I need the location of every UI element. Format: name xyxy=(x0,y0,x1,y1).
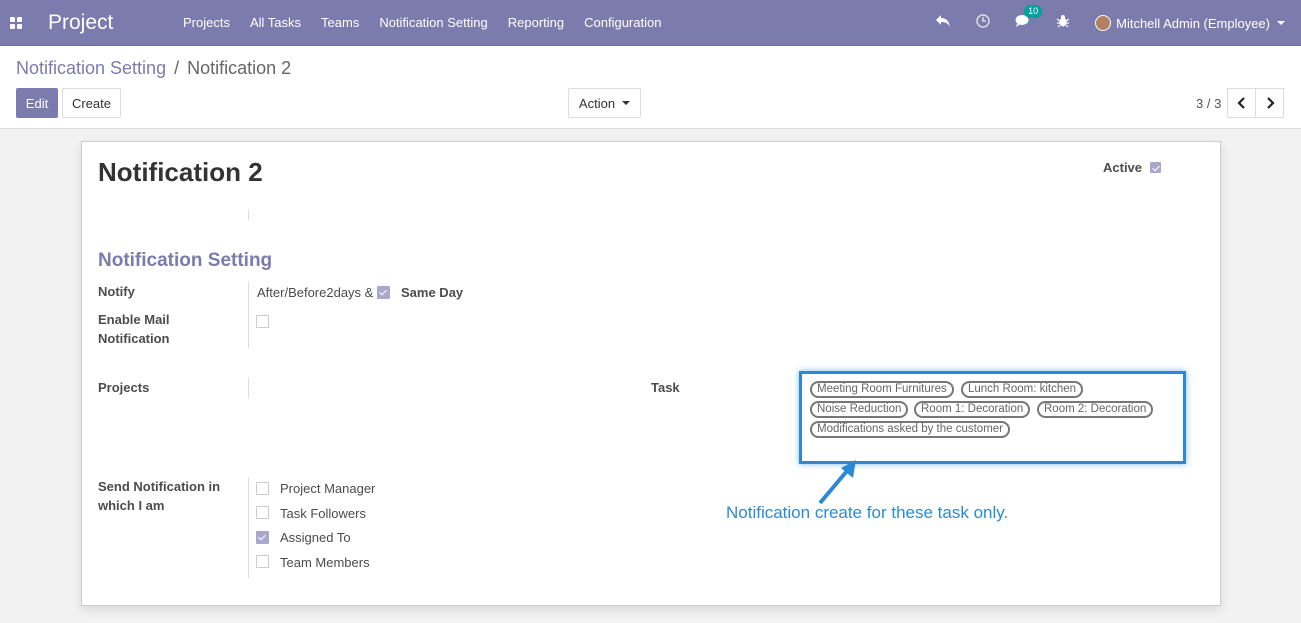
field-divider xyxy=(248,210,249,220)
user-name: Mitchell Admin (Employee) xyxy=(1116,15,1270,31)
clock-icon[interactable] xyxy=(963,14,1003,32)
top-navbar: Project Projects All Tasks Teams Notific… xyxy=(0,0,1301,46)
field-divider xyxy=(248,378,249,398)
team-members-label: Team Members xyxy=(280,555,370,570)
annotation-arrow-icon xyxy=(818,460,856,505)
task-followers-checkbox[interactable] xyxy=(256,506,269,519)
field-divider xyxy=(248,477,249,578)
assigned-to-label: Assigned To xyxy=(280,530,351,545)
task-tag[interactable]: Room 2: Decoration xyxy=(1037,401,1154,418)
reply-icon[interactable] xyxy=(923,14,963,32)
pager-next-button[interactable] xyxy=(1255,88,1284,118)
pager-value[interactable]: 3 / 3 xyxy=(1196,96,1221,111)
action-dropdown-button[interactable]: Action xyxy=(568,88,641,118)
project-manager-checkbox[interactable] xyxy=(256,482,269,495)
menu-item-notification-setting[interactable]: Notification Setting xyxy=(369,0,497,46)
project-manager-label: Project Manager xyxy=(280,481,376,496)
enable-mail-checkbox[interactable] xyxy=(256,315,269,328)
projects-label: Projects xyxy=(98,380,150,395)
breadcrumb: Notification Setting / Notification 2 xyxy=(16,58,291,79)
task-followers-label: Task Followers xyxy=(280,506,366,521)
pager-previous-button[interactable] xyxy=(1227,88,1256,118)
menu-item-teams[interactable]: Teams xyxy=(311,0,369,46)
send-notification-label: Send Notification in which I am xyxy=(98,479,221,513)
apps-menu-icon[interactable] xyxy=(0,0,32,46)
user-menu[interactable]: Mitchell Admin (Employee) xyxy=(1083,15,1301,31)
task-tag[interactable]: Room 1: Decoration xyxy=(914,401,1031,418)
assigned-to-checkbox[interactable] xyxy=(256,531,269,544)
action-label: Action xyxy=(578,95,616,111)
chevron-right-icon xyxy=(1266,97,1275,109)
caret-down-icon xyxy=(622,101,631,105)
active-label: Active xyxy=(1103,160,1143,175)
menu-item-all-tasks[interactable]: All Tasks xyxy=(240,0,311,46)
bottom-edge xyxy=(0,618,1301,623)
systray: 10 Mitchell Admin (Employee) xyxy=(923,0,1301,46)
menu-item-configuration[interactable]: Configuration xyxy=(574,0,671,46)
active-field: Active xyxy=(1103,160,1161,175)
app-brand[interactable]: Project xyxy=(48,11,173,35)
main-menu: Projects All Tasks Teams Notification Se… xyxy=(173,0,671,46)
task-label: Task xyxy=(651,380,680,395)
record-title: Notification 2 xyxy=(98,157,263,187)
breadcrumb-parent-link[interactable]: Notification Setting xyxy=(16,58,166,78)
task-tag[interactable]: Noise Reduction xyxy=(810,401,909,418)
section-title: Notification Setting xyxy=(98,250,273,271)
avatar xyxy=(1095,15,1112,31)
active-checkbox[interactable] xyxy=(1149,162,1161,173)
same-day-checkbox[interactable] xyxy=(377,286,390,299)
breadcrumb-separator: / xyxy=(174,58,180,78)
menu-item-reporting[interactable]: Reporting xyxy=(498,0,574,46)
debug-bug-icon[interactable] xyxy=(1043,14,1083,32)
menu-item-projects[interactable]: Projects xyxy=(173,0,240,46)
notify-value: After/Before2days & xyxy=(257,285,374,300)
field-divider xyxy=(248,282,249,348)
task-tag[interactable]: Modifications asked by the customer xyxy=(810,421,1011,438)
chat-icon[interactable]: 10 xyxy=(1003,5,1043,32)
enable-mail-label: Enable Mail Notification xyxy=(98,312,170,346)
annotation-note: Notification create for these task only. xyxy=(726,503,1009,522)
caret-down-icon xyxy=(1277,21,1285,25)
chevron-left-icon xyxy=(1236,97,1245,109)
task-tag[interactable]: Lunch Room: kitchen xyxy=(961,381,1084,398)
chat-count-badge: 10 xyxy=(1024,5,1043,18)
task-tag[interactable]: Meeting Room Furnitures xyxy=(810,381,954,398)
breadcrumb-current: Notification 2 xyxy=(187,58,292,78)
notify-label: Notify xyxy=(98,284,135,299)
create-button[interactable]: Create xyxy=(62,88,121,118)
edit-button[interactable]: Edit xyxy=(16,88,58,118)
team-members-checkbox[interactable] xyxy=(256,555,269,568)
same-day-label: Same Day xyxy=(401,285,464,300)
